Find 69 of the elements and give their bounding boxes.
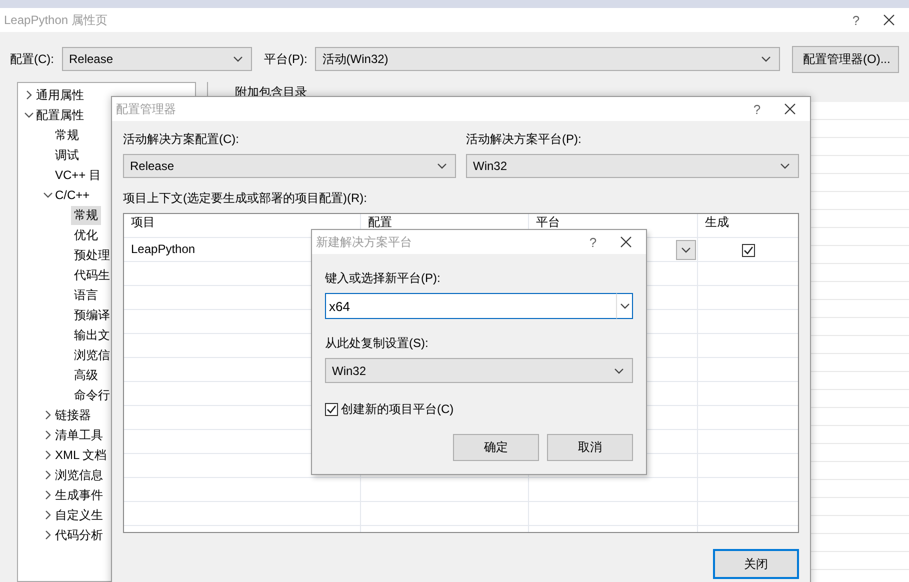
- collapsed-chevron-icon[interactable]: [43, 410, 53, 420]
- new-platform-field[interactable]: x64: [325, 293, 617, 319]
- collapsed-chevron-icon[interactable]: [43, 530, 53, 540]
- platform-dropdown-button[interactable]: [676, 240, 696, 260]
- dialog-title: 新建解决方案平台: [316, 234, 413, 250]
- help-button[interactable]: ?: [740, 102, 774, 116]
- checkbox[interactable]: [325, 403, 338, 416]
- active-platform-dropdown[interactable]: Win32: [466, 154, 799, 178]
- project-cell-text: LeapPython: [130, 241, 196, 258]
- tree-item[interactable]: 常规: [55, 126, 79, 144]
- tree-item[interactable]: 语言: [74, 286, 98, 304]
- column-header: 生成: [704, 215, 730, 229]
- tree-item[interactable]: 常规: [71, 206, 101, 224]
- tree-item[interactable]: 链接器: [55, 406, 91, 424]
- active-platform-label: 活动解决方案平台(P):: [466, 131, 582, 148]
- checkbox-label: 创建新的项目平台(C): [341, 401, 454, 418]
- tree-item[interactable]: 预编译: [74, 306, 110, 324]
- ok-button[interactable]: 确定: [453, 434, 539, 461]
- tree-item[interactable]: 优化: [74, 226, 98, 244]
- expanded-chevron-icon[interactable]: [43, 190, 53, 200]
- build-checkbox[interactable]: [742, 244, 754, 256]
- column-header: 平台: [535, 215, 561, 229]
- copy-settings-label: 从此处复制设置(S):: [325, 335, 430, 352]
- platform-label: 平台(P):: [264, 50, 308, 68]
- help-button[interactable]: ?: [839, 12, 873, 28]
- tree-item[interactable]: 浏览信: [74, 346, 110, 364]
- tree-item[interactable]: C/C++: [55, 187, 90, 203]
- window-title: LeapPython 属性页: [4, 12, 108, 28]
- close-icon[interactable]: [883, 14, 895, 26]
- collapsed-chevron-icon[interactable]: [43, 510, 53, 520]
- dialog-title: 配置管理器: [116, 100, 177, 118]
- help-button[interactable]: ?: [576, 234, 610, 250]
- collapsed-chevron-icon[interactable]: [43, 450, 53, 460]
- project-context-label: 项目上下文(选定要生成或部署的项目配置)(R):: [123, 190, 368, 207]
- tree-item[interactable]: 预处理: [74, 246, 110, 264]
- close-button[interactable]: 关闭: [713, 549, 799, 579]
- new-platform-label: 键入或选择新平台(P):: [325, 270, 442, 287]
- tree-item[interactable]: 通用属性: [36, 86, 84, 104]
- collapsed-chevron-icon[interactable]: [43, 430, 53, 440]
- close-icon[interactable]: [784, 103, 796, 115]
- active-config-dropdown[interactable]: Release: [123, 154, 456, 178]
- collapsed-chevron-icon[interactable]: [43, 490, 53, 500]
- tree-item[interactable]: 浏览信息: [55, 466, 103, 484]
- column-header: 配置: [367, 215, 393, 229]
- active-config-label: 活动解决方案配置(C):: [123, 131, 240, 148]
- tree-item[interactable]: 命令行: [74, 386, 110, 404]
- cancel-button[interactable]: 取消: [547, 434, 633, 461]
- tree-item[interactable]: XML 文档: [55, 446, 107, 464]
- tree-item[interactable]: VC++ 目: [55, 166, 102, 184]
- config-label: 配置(C):: [10, 50, 54, 68]
- copy-settings-dropdown[interactable]: Win32: [325, 358, 633, 383]
- tree-item[interactable]: 生成事件: [55, 486, 103, 504]
- dropdown-button[interactable]: [617, 293, 633, 319]
- tree-item[interactable]: 高级: [74, 366, 98, 384]
- close-icon[interactable]: [620, 236, 632, 248]
- config-manager-button[interactable]: 配置管理器(O)...: [792, 46, 899, 72]
- tree-item[interactable]: 自定义生: [55, 506, 103, 524]
- collapsed-chevron-icon[interactable]: [43, 470, 53, 480]
- collapsed-chevron-icon[interactable]: [24, 90, 34, 100]
- tree-item[interactable]: 代码分析: [55, 526, 103, 544]
- tree-item[interactable]: 配置属性: [36, 106, 84, 124]
- config-dropdown[interactable]: Release: [62, 47, 252, 71]
- expanded-chevron-icon[interactable]: [24, 110, 34, 120]
- platform-dropdown[interactable]: 活动(Win32): [315, 47, 780, 71]
- column-header: 项目: [130, 215, 156, 229]
- tree-item[interactable]: 输出文: [74, 326, 110, 344]
- tree-item[interactable]: 调试: [55, 146, 79, 164]
- tree-item[interactable]: 代码生: [74, 266, 110, 284]
- tree-item[interactable]: 清单工具: [55, 426, 103, 444]
